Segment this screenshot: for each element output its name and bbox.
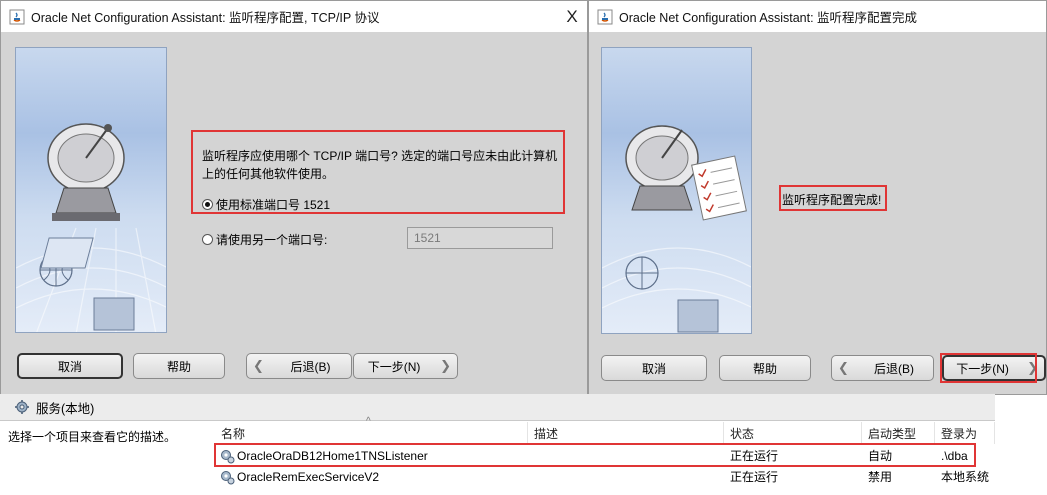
java-icon [597,9,613,24]
description-hint: 选择一个项目来查看它的描述。 [8,430,177,444]
column-header-name[interactable]: 名称 [215,422,528,444]
question-highlight-box [191,130,565,214]
checklist-document-icon [691,155,747,221]
dialog-title: Oracle Net Configuration Assistant: 监听程序… [619,11,918,25]
services-gear-icon [15,400,29,414]
wizard-illustration [601,47,752,334]
chevron-right-icon: ❯ [440,358,451,373]
radio-unselected-icon[interactable] [202,234,213,245]
listener-tcpip-dialog: Oracle Net Configuration Assistant: 监听程序… [0,0,588,395]
service-startup-cell: 禁用 [868,470,893,484]
cancel-button[interactable]: 取消 [17,353,123,379]
column-header-description[interactable]: 描述 [528,422,724,444]
next-button[interactable]: 下一步(N) ❯ [353,353,458,379]
dialog-title: Oracle Net Configuration Assistant: 监听程序… [31,11,380,25]
cancel-button[interactable]: 取消 [601,355,707,381]
next-label: 下一步(N) [367,359,421,374]
back-button[interactable]: ❮ 后退(B) [831,355,934,381]
services-header: 服务(本地) [0,394,995,421]
service-name: OracleRemExecServiceV2 [237,469,380,484]
table-row[interactable]: OracleRemExecServiceV2 正在运行 禁用 本地系统 [215,466,995,487]
service-logon-cell: 本地系统 [941,470,990,484]
column-header-logon[interactable]: 登录为 [935,422,995,444]
service-gear-icon [221,470,235,484]
help-label: 帮助 [166,359,191,374]
back-label: 后退(B) [290,359,331,374]
column-header-startup-type[interactable]: 启动类型 [862,422,935,444]
dialog-title-bar: Oracle Net Configuration Assistant: 监听程序… [1,1,587,32]
back-button[interactable]: ❮ 后退(B) [246,353,352,379]
dialog-title-bar: Oracle Net Configuration Assistant: 监听程序… [589,1,1046,32]
satellite-dish-icon [16,123,166,332]
back-label: 后退(B) [873,361,914,376]
satellite-dish-icon [602,125,751,333]
other-port-option[interactable]: 请使用另一个端口号: [202,231,327,248]
help-button[interactable]: 帮助 [133,353,225,379]
cancel-label: 取消 [641,361,666,376]
other-port-label: 请使用另一个端口号: [216,233,328,247]
service-name-cell: OracleRemExecServiceV2 [219,466,525,487]
next-highlight-box [940,353,1037,383]
chevron-left-icon: ❮ [253,358,264,373]
service-desc-cell [534,466,724,487]
listener-row-highlight-box [214,443,976,467]
listener-complete-dialog: Oracle Net Configuration Assistant: 监听程序… [588,0,1047,395]
port-number-input[interactable]: 1521 [407,227,553,249]
cancel-label: 取消 [57,359,82,374]
chevron-left-icon: ❮ [838,360,849,375]
column-header-status[interactable]: 状态 [724,422,862,444]
help-label: 帮助 [752,361,777,376]
help-button[interactable]: 帮助 [719,355,811,381]
service-status-cell: 正在运行 [730,470,779,484]
message-highlight-box [779,185,887,211]
java-icon [9,9,25,24]
close-icon[interactable]: X [557,7,587,27]
services-title: 服务(本地) [36,401,95,416]
wizard-illustration [15,47,167,333]
